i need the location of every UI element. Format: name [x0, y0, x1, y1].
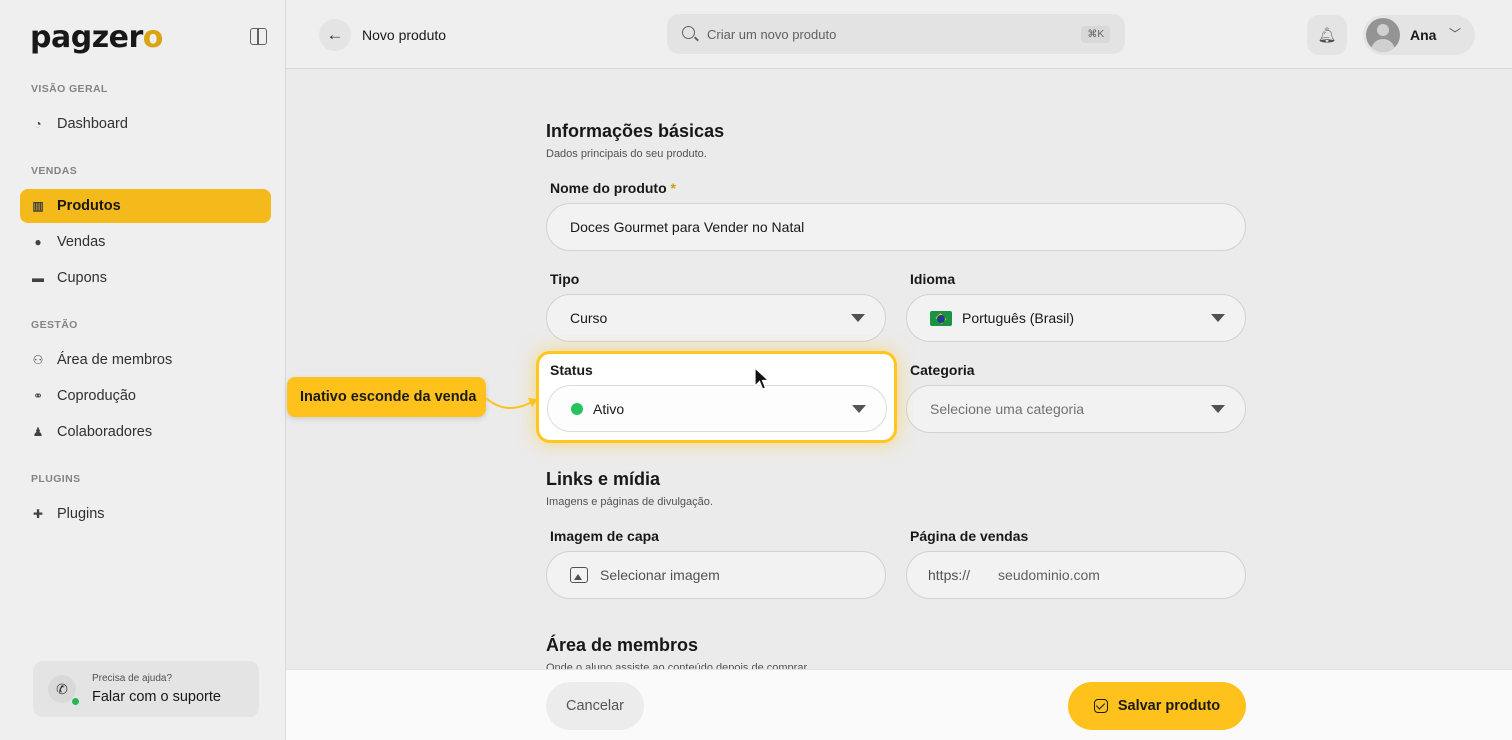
top-header: ← Novo produto Criar um novo produto ⌘K …: [286, 0, 1512, 69]
coupon-icon: ▬: [32, 271, 44, 285]
save-button-label: Salvar produto: [1117, 698, 1221, 714]
sidebar-item-collaborators[interactable]: ♟ Colaboradores: [20, 415, 271, 449]
sidebar-item-dashboard[interactable]: ◔ Dashboard: [20, 107, 271, 141]
sidebar-toggle-icon[interactable]: [250, 28, 267, 45]
section-label-overview: VISÃO GERAL: [31, 83, 108, 95]
cover-image-picker[interactable]: Selecionar imagem: [546, 551, 886, 599]
language-value: Português (Brasil): [962, 310, 1075, 326]
mouse-cursor-icon: [754, 367, 770, 390]
status-active-dot: [571, 402, 583, 415]
search-icon: [682, 26, 695, 39]
onboarding-tooltip: Inativo esconde da venda: [287, 377, 486, 417]
sales-page-placeholder: seudominio.com: [998, 567, 1100, 583]
sales-page-label: Página de vendas: [910, 528, 1029, 544]
caret-down-icon: [851, 314, 865, 322]
support-card[interactable]: ✆ Precisa de ajuda? Falar com o suporte: [33, 661, 259, 717]
caret-down-icon: [1211, 314, 1225, 322]
section-title-members: Área de membros: [546, 635, 699, 655]
section-label-sales: VENDAS: [31, 165, 78, 177]
page-title: Novo produto: [362, 27, 447, 43]
cover-image-button-label: Selecionar imagem: [600, 567, 720, 583]
caret-down-icon: [852, 405, 866, 413]
image-icon: [570, 567, 588, 583]
cancel-button[interactable]: Cancelar: [546, 682, 644, 730]
user-icon: ♟: [32, 425, 44, 439]
sidebar-item-label: Vendas: [57, 234, 106, 250]
required-mark: *: [670, 180, 676, 196]
sidebar-item-label: Plugins: [57, 506, 105, 522]
tooltip-connector: [485, 397, 538, 409]
category-placeholder: Selecione uma categoria: [930, 401, 1085, 417]
sidebar: pagzero VISÃO GERAL ◔ Dashboard VENDAS ▥…: [0, 0, 286, 740]
section-subtitle-basic: Dados principais do seu produto.: [546, 148, 707, 160]
check-icon: [1093, 699, 1108, 713]
sales-icon: ●: [34, 235, 42, 249]
sidebar-item-label: Dashboard: [57, 116, 128, 132]
form-footer: Cancelar Salvar produto: [286, 669, 1512, 740]
save-product-button[interactable]: Salvar produto: [1068, 682, 1246, 730]
status-label: Status: [550, 362, 593, 378]
brand-logo[interactable]: pagzero: [30, 20, 163, 55]
sidebar-item-coproduction[interactable]: ⚭ Coprodução: [20, 379, 271, 413]
user-menu[interactable]: Ana ﹀: [1363, 15, 1475, 55]
product-name-input[interactable]: Doces Gourmet para Vender no Natal: [546, 203, 1246, 251]
type-select[interactable]: Curso: [546, 294, 886, 342]
section-title-basic: Informações básicas: [546, 121, 725, 141]
product-name-label: Nome do produto *: [550, 180, 676, 196]
section-label-plugins: PLUGINS: [31, 473, 81, 485]
online-indicator: [72, 698, 79, 705]
search-bar[interactable]: Criar um novo produto ⌘K: [667, 14, 1125, 54]
avatar: [1366, 18, 1400, 52]
section-title-links: Links e mídia: [546, 469, 661, 489]
type-value: Curso: [570, 310, 608, 326]
url-prefix: https://: [928, 567, 971, 583]
status-value: Ativo: [593, 400, 625, 417]
chart-pie-icon: ◔: [34, 117, 42, 131]
puzzle-icon: ✚: [32, 507, 44, 521]
sidebar-item-label: Colaboradores: [57, 424, 153, 440]
language-label: Idioma: [910, 271, 956, 287]
cover-image-label: Imagem de capa: [550, 528, 659, 544]
handshake-icon: ⚭: [32, 389, 44, 403]
support-prompt: Precisa de ajuda?: [92, 673, 173, 684]
sidebar-item-label: Cupons: [57, 270, 107, 286]
category-label: Categoria: [910, 362, 975, 378]
section-subtitle-links: Imagens e páginas de divulgação.: [546, 496, 713, 508]
back-arrow-icon[interactable]: ←: [319, 19, 351, 51]
status-spotlight: Status Ativo: [536, 351, 897, 443]
sidebar-item-label: Produtos: [57, 198, 121, 214]
caret-down-icon: [1211, 405, 1225, 413]
sidebar-item-label: Área de membros: [57, 352, 173, 368]
type-label: Tipo: [550, 271, 580, 287]
search-input[interactable]: Criar um novo produto: [707, 27, 836, 42]
products-icon: ▥: [32, 199, 44, 213]
sidebar-item-plugins[interactable]: ✚ Plugins: [20, 497, 271, 531]
sidebar-item-label: Coprodução: [57, 388, 136, 404]
sidebar-item-coupons[interactable]: ▬ Cupons: [20, 261, 271, 295]
user-name: Ana: [1410, 27, 1437, 43]
sidebar-item-products[interactable]: ▥ Produtos: [20, 189, 271, 223]
section-label-management: GESTÃO: [31, 319, 78, 331]
chevron-down-icon: ﹀: [1449, 27, 1462, 41]
sales-page-input[interactable]: https:// seudominio.com: [906, 551, 1246, 599]
status-select[interactable]: Ativo: [547, 385, 887, 432]
language-select[interactable]: Português (Brasil): [906, 294, 1246, 342]
support-link: Falar com o suporte: [92, 689, 221, 705]
category-select[interactable]: Selecione uma categoria: [906, 385, 1246, 433]
sidebar-item-members[interactable]: ⚇ Área de membros: [20, 343, 271, 377]
members-icon: ⚇: [32, 353, 44, 367]
bell-icon[interactable]: 🔔︎: [1307, 15, 1347, 55]
brazil-flag-icon: [930, 310, 952, 326]
sidebar-item-sales[interactable]: ● Vendas: [20, 225, 271, 259]
shortcut-badge: ⌘K: [1081, 26, 1110, 43]
